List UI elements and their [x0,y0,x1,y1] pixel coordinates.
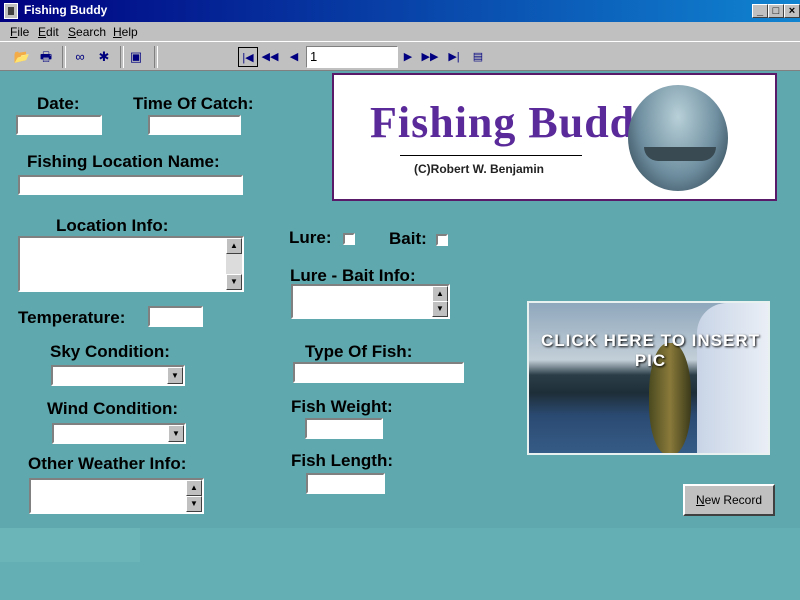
type-of-fish-label: Type Of Fish: [305,342,413,361]
binoculars-icon[interactable]: ∞ [70,48,90,66]
scroll-up-icon[interactable]: ▲ [226,238,242,254]
angler-image [697,303,768,453]
lure-bait-scrollbar[interactable]: ▲ ▼ [432,286,448,317]
sky-condition-select[interactable]: ▼ [51,365,185,386]
lure-bait-info-textarea[interactable]: ▲ ▼ [291,284,450,319]
last-record-icon[interactable]: ▶| [444,47,464,67]
print-icon[interactable]: 🖶 [36,48,56,66]
lure-label: Lure: [289,228,332,247]
close-button[interactable]: × [784,4,800,18]
tools-icon[interactable]: ✱ [94,48,114,66]
date-label: Date: [37,94,80,113]
bait-label: Bait: [389,229,427,248]
bait-checkbox[interactable] [436,234,448,246]
title-bar: Fishing Buddy _ □ × [0,0,800,22]
previous-record-icon[interactable]: ◀ [284,47,304,67]
logo-divider [400,155,582,156]
toolbar-separator [62,46,66,68]
minimize-button[interactable]: _ [752,4,768,18]
time-of-catch-input[interactable] [148,115,241,135]
insert-pic-caption: CLICK HERE TO INSERT PIC [541,331,760,370]
other-weather-label: Other Weather Info: [28,454,187,473]
menu-search[interactable]: Search [68,25,106,39]
location-name-label: Fishing Location Name: [27,152,220,171]
scroll-down-icon[interactable]: ▼ [186,496,202,512]
sky-condition-label: Sky Condition: [50,342,170,361]
lure-bait-info-label: Lure - Bait Info: [290,266,416,285]
open-folder-icon[interactable]: 📂 [12,48,32,66]
logo-copyright: (C)Robert W. Benjamin [414,162,545,176]
chevron-down-icon[interactable]: ▼ [168,425,184,442]
fish-weight-label: Fish Weight: [291,397,393,416]
date-input[interactable] [16,115,102,135]
app-icon [4,3,18,19]
wind-condition-label: Wind Condition: [47,399,179,418]
fish-length-input[interactable] [306,473,385,494]
temperature-label: Temperature: [18,308,126,327]
record-number-input[interactable]: 1 [306,46,398,68]
maximize-button[interactable]: □ [768,4,784,18]
new-record-toolbar-icon[interactable]: ▤ [468,47,488,67]
other-weather-scrollbar[interactable]: ▲ ▼ [186,480,202,512]
location-name-input[interactable] [18,175,243,195]
first-record-icon[interactable]: |◀ [238,47,258,67]
type-of-fish-input[interactable] [293,362,464,383]
toolbar-separator [154,46,158,68]
temperature-input[interactable] [148,306,203,327]
boat-shape [644,147,716,161]
location-info-textarea[interactable]: ▲ ▼ [18,236,244,292]
logo-banner: Fishing Buddy (C)Robert W. Benjamin [332,73,777,201]
new-record-button[interactable]: New Record [683,484,775,516]
insert-picture-button[interactable]: CLICK HERE TO INSERT PIC [527,301,770,455]
window-title: Fishing Buddy [24,3,108,17]
scroll-down-icon[interactable]: ▼ [226,274,242,290]
time-of-catch-label: Time Of Catch: [133,94,254,113]
toolbar: 📂 🖶 ∞ ✱ ▣ |◀ ◀◀ ◀ 1 ▶ ▶▶ ▶| ▤ [0,41,800,71]
menu-bar: File Edit Search Help [0,22,800,41]
menu-edit[interactable]: Edit [38,25,59,39]
calculator-icon[interactable]: ▣ [126,48,146,66]
scroll-down-icon[interactable]: ▼ [432,301,448,317]
location-info-scrollbar[interactable]: ▲ ▼ [226,238,242,290]
lure-checkbox[interactable] [343,233,355,245]
toolbar-separator [120,46,124,68]
fish-weight-input[interactable] [305,418,383,439]
fish-length-label: Fish Length: [291,451,393,470]
menu-file[interactable]: File [10,25,29,39]
other-weather-textarea[interactable]: ▲ ▼ [29,478,204,514]
next-record-icon[interactable]: ▶ [398,47,418,67]
wind-condition-select[interactable]: ▼ [52,423,186,444]
rewind-icon[interactable]: ◀◀ [260,47,280,67]
footer-panel [0,528,140,562]
chevron-down-icon[interactable]: ▼ [167,367,183,384]
menu-help[interactable]: Help [113,25,138,39]
fast-forward-icon[interactable]: ▶▶ [420,47,440,67]
scroll-up-icon[interactable]: ▲ [186,480,202,496]
fishing-boat-image [628,85,728,191]
scroll-up-icon[interactable]: ▲ [432,286,448,302]
logo-title: Fishing Buddy [370,98,659,147]
location-info-label: Location Info: [56,216,169,235]
